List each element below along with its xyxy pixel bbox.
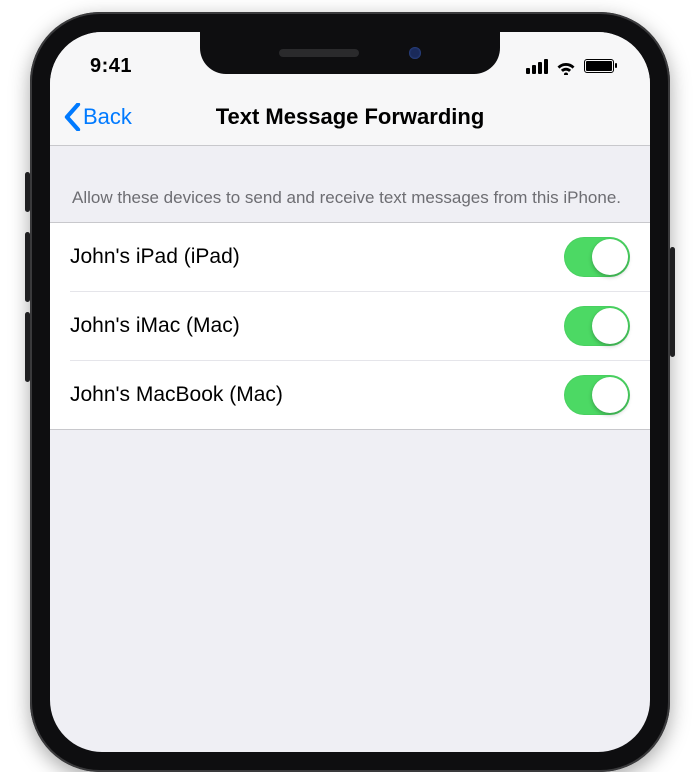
status-time: 9:41 — [90, 41, 132, 78]
chevron-left-icon — [64, 103, 81, 131]
device-row: John's iPad (iPad) — [50, 223, 650, 291]
device-label: John's MacBook (Mac) — [70, 383, 283, 407]
device-toggle[interactable] — [564, 306, 630, 346]
side-button — [670, 247, 675, 357]
back-label: Back — [83, 104, 132, 130]
device-row: John's MacBook (Mac) — [70, 360, 650, 429]
back-button[interactable]: Back — [64, 88, 132, 145]
phone-frame: 9:41 Back Text Message Forwarding Allow … — [30, 12, 670, 772]
cellular-signal-icon — [526, 59, 548, 74]
notch — [200, 32, 500, 74]
mute-switch — [25, 172, 30, 212]
volume-up-button — [25, 232, 30, 302]
screen: 9:41 Back Text Message Forwarding Allow … — [50, 32, 650, 752]
device-toggle[interactable] — [564, 237, 630, 277]
device-label: John's iMac (Mac) — [70, 314, 240, 338]
speaker — [279, 49, 359, 57]
volume-down-button — [25, 312, 30, 382]
device-list: John's iPad (iPad) John's iMac (Mac) Joh… — [50, 222, 650, 430]
device-label: John's iPad (iPad) — [70, 245, 240, 269]
navigation-bar: Back Text Message Forwarding — [50, 88, 650, 146]
front-camera — [409, 47, 421, 59]
device-row: John's iMac (Mac) — [70, 291, 650, 360]
page-title: Text Message Forwarding — [216, 104, 485, 130]
device-toggle[interactable] — [564, 375, 630, 415]
wifi-icon — [555, 58, 577, 74]
section-description: Allow these devices to send and receive … — [50, 146, 650, 222]
battery-icon — [584, 59, 614, 73]
